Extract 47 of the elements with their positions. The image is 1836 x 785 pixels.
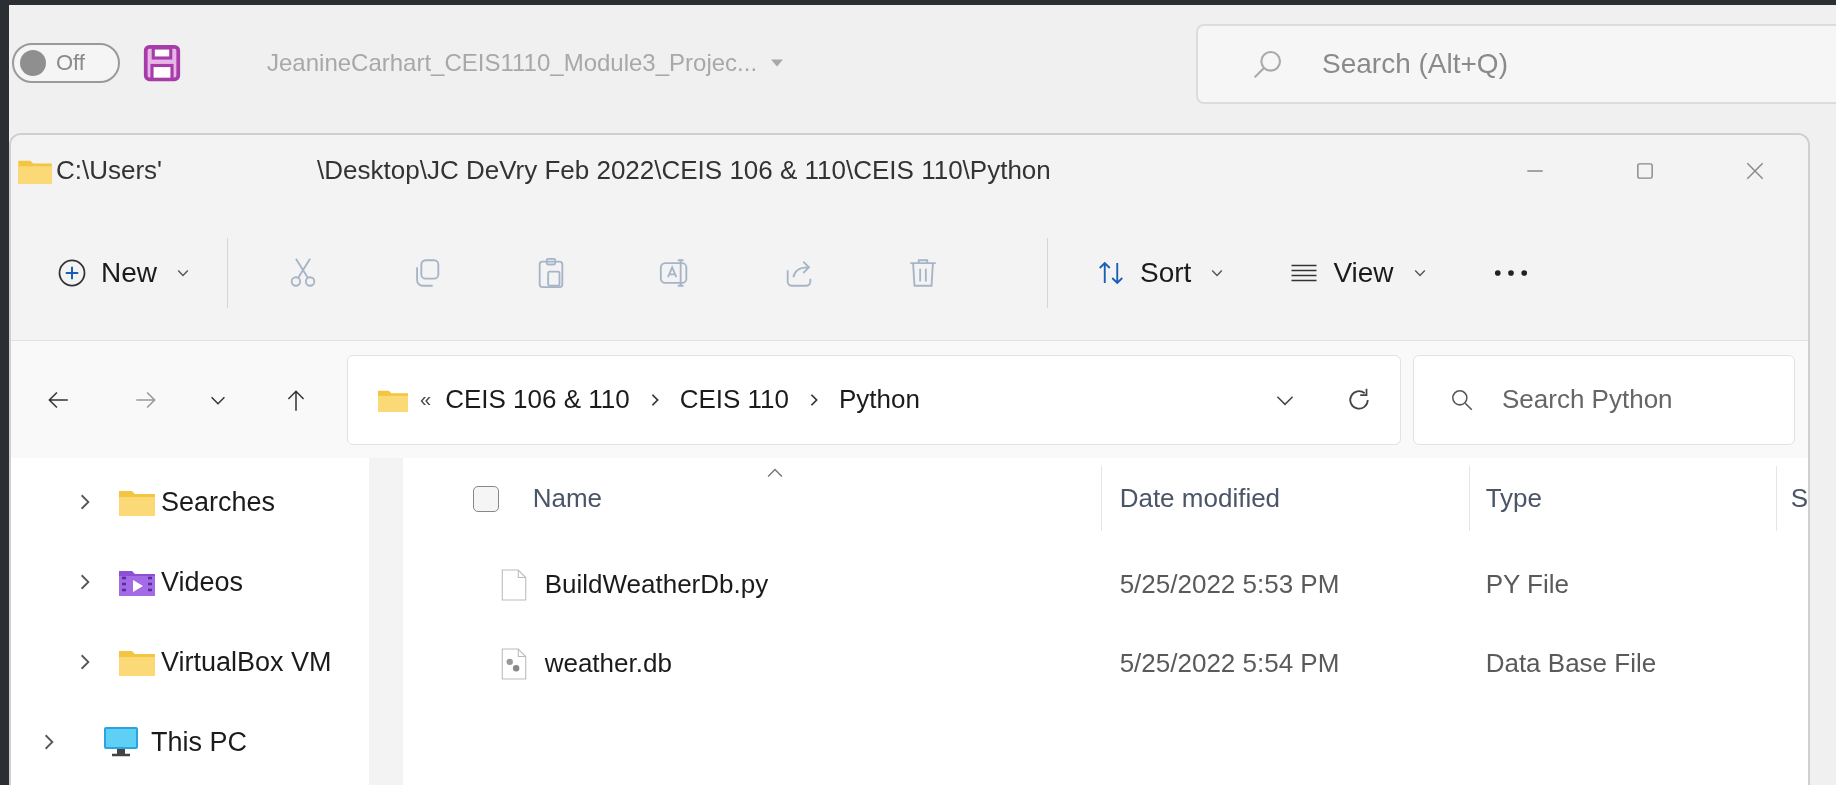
folder-icon bbox=[119, 648, 155, 676]
caret-icon bbox=[1211, 269, 1224, 277]
caret-icon bbox=[177, 269, 189, 277]
sidebar-item[interactable]: Searches bbox=[11, 462, 369, 542]
new-button[interactable]: New bbox=[49, 241, 197, 305]
sort-caret-icon bbox=[766, 468, 783, 478]
sidebar-item[interactable]: Videos bbox=[11, 542, 369, 622]
breadcrumb[interactable]: CEIS 106 & 110 bbox=[445, 384, 630, 415]
view-button[interactable]: View bbox=[1281, 241, 1434, 305]
column-header[interactable]: S bbox=[1776, 466, 1808, 531]
file-icon bbox=[500, 568, 527, 601]
chevron-right-icon[interactable] bbox=[649, 392, 660, 407]
video-folder-icon bbox=[119, 568, 155, 596]
date-modified: 5/25/2022 5:53 PM bbox=[1119, 569, 1340, 600]
column-header[interactable]: Date modified bbox=[1101, 466, 1470, 531]
chevron-icon[interactable] bbox=[79, 493, 91, 511]
file-name[interactable]: BuildWeatherDb.py bbox=[544, 569, 769, 600]
checkbox[interactable] bbox=[472, 485, 499, 512]
chevron-icon[interactable] bbox=[79, 573, 91, 591]
breadcrumb[interactable]: CEIS 110 bbox=[679, 384, 789, 415]
window-title: \Desktop\JC DeVry Feb 2022\CEIS 106 & 110\CEIS 110\Python bbox=[317, 155, 1051, 186]
file-type: PY File bbox=[1485, 569, 1569, 600]
date-modified: 5/25/2022 5:54 PM bbox=[1119, 648, 1340, 679]
window-title: C:\Users' bbox=[56, 155, 163, 186]
breadcrumb[interactable]: Python bbox=[839, 384, 920, 415]
folder-icon bbox=[119, 488, 155, 516]
address-bar[interactable]: « CEIS 106 & 110 CEIS 110 Python bbox=[347, 354, 1401, 445]
plus-icon bbox=[57, 258, 87, 288]
search-field[interactable]: Search (Alt+Q) bbox=[1196, 24, 1836, 104]
chevron-right-icon[interactable] bbox=[809, 392, 819, 407]
search-field[interactable]: Search Python bbox=[1413, 354, 1795, 445]
search-icon bbox=[1252, 48, 1284, 80]
more-icon[interactable] bbox=[1493, 269, 1528, 277]
monitor-icon bbox=[103, 726, 139, 758]
chevron-icon[interactable] bbox=[79, 653, 91, 671]
overflow-button[interactable]: « bbox=[420, 388, 432, 411]
file-type: Data Base File bbox=[1485, 648, 1657, 679]
sort-button[interactable]: Sort bbox=[1088, 241, 1232, 305]
file-name[interactable]: weather.db bbox=[544, 648, 672, 679]
column-header[interactable]: Name bbox=[416, 466, 1102, 531]
sidebar-item[interactable]: VirtualBox VM bbox=[11, 622, 369, 702]
settings-file-icon bbox=[500, 647, 527, 680]
column-header[interactable]: Type bbox=[1469, 466, 1777, 531]
save-icon[interactable] bbox=[142, 43, 182, 83]
sidebar-item[interactable]: This PC bbox=[11, 702, 369, 782]
caret-icon bbox=[1413, 269, 1426, 277]
chevron-icon[interactable] bbox=[43, 733, 55, 751]
